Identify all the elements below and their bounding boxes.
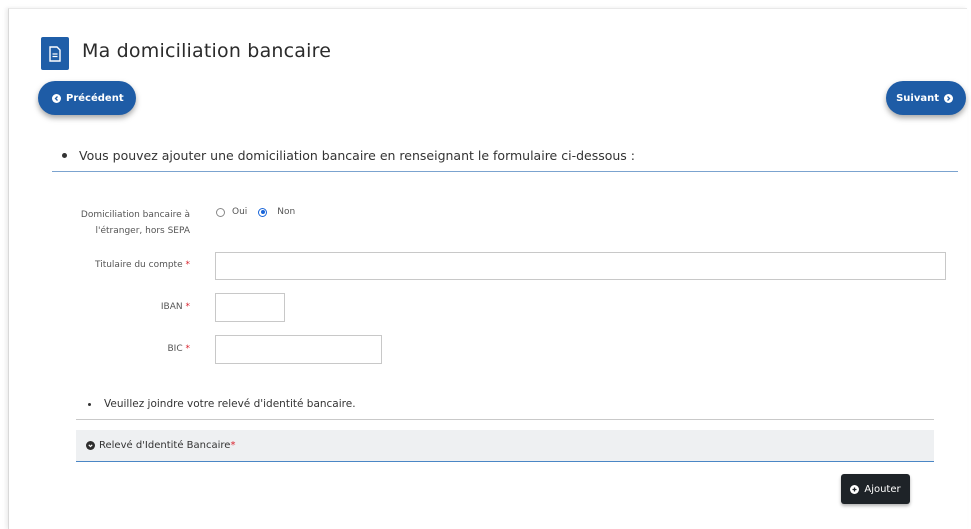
radio-oui[interactable] xyxy=(216,207,225,217)
iban-label-text: IBAN xyxy=(160,302,183,312)
add-button-label: Ajouter xyxy=(864,483,901,495)
attachment-instruction-text: Veuillez joindre votre relevé d'identité… xyxy=(104,398,356,410)
intro-text: Vous pouvez ajouter une domiciliation ba… xyxy=(62,148,635,163)
attachment-instruction: Veuillez joindre votre relevé d'identité… xyxy=(88,398,356,410)
arrow-left-circle-icon xyxy=(52,93,61,103)
chevron-down-circle-icon xyxy=(86,441,95,450)
iban-label: IBAN * xyxy=(40,302,190,312)
account-holder-input[interactable] xyxy=(215,252,946,280)
attachment-divider xyxy=(76,419,934,420)
foreign-domiciliation-label: Domiciliation bancaire à l'étranger, hor… xyxy=(40,207,190,239)
intro-label: Vous pouvez ajouter une domiciliation ba… xyxy=(79,148,635,163)
bic-input[interactable] xyxy=(215,335,382,364)
previous-button-label: Précédent xyxy=(66,92,124,104)
previous-button[interactable]: Précédent xyxy=(38,81,136,115)
required-marker: * xyxy=(185,302,191,312)
radio-non[interactable] xyxy=(258,207,268,217)
rib-panel-header[interactable]: Relevé d'Identité Bancaire* xyxy=(76,430,934,462)
account-holder-label-text: Titulaire du compte xyxy=(94,260,183,270)
bic-label: BIC * xyxy=(40,344,191,354)
required-marker: * xyxy=(185,344,191,354)
rib-panel-title-text: Relevé d'Identité Bancaire xyxy=(99,440,231,451)
page-title: Ma domiciliation bancaire xyxy=(82,40,332,62)
bic-label-text: BIC xyxy=(167,344,183,354)
foreign-label-line1: Domiciliation bancaire à xyxy=(80,210,190,220)
foreign-radio-group: Oui Non xyxy=(216,207,295,217)
add-button[interactable]: Ajouter xyxy=(841,474,910,504)
foreign-label-line2: l'étranger, hors SEPA xyxy=(95,226,191,236)
plus-circle-icon xyxy=(850,484,860,494)
section-divider xyxy=(52,171,958,172)
arrow-right-circle-icon xyxy=(944,93,953,103)
radio-oui-label: Oui xyxy=(232,207,248,217)
iban-input[interactable] xyxy=(215,293,285,322)
next-button-label: Suivant xyxy=(896,92,939,104)
required-marker: * xyxy=(185,260,191,270)
radio-non-label: Non xyxy=(277,207,296,217)
next-button[interactable]: Suivant xyxy=(886,81,966,115)
bullet-icon xyxy=(88,402,91,406)
account-holder-label: Titulaire du compte * xyxy=(40,260,190,270)
bullet-icon xyxy=(62,153,67,158)
document-icon xyxy=(41,37,69,70)
rib-panel-title: Relevé d'Identité Bancaire* xyxy=(99,440,235,451)
required-marker: * xyxy=(230,440,236,451)
